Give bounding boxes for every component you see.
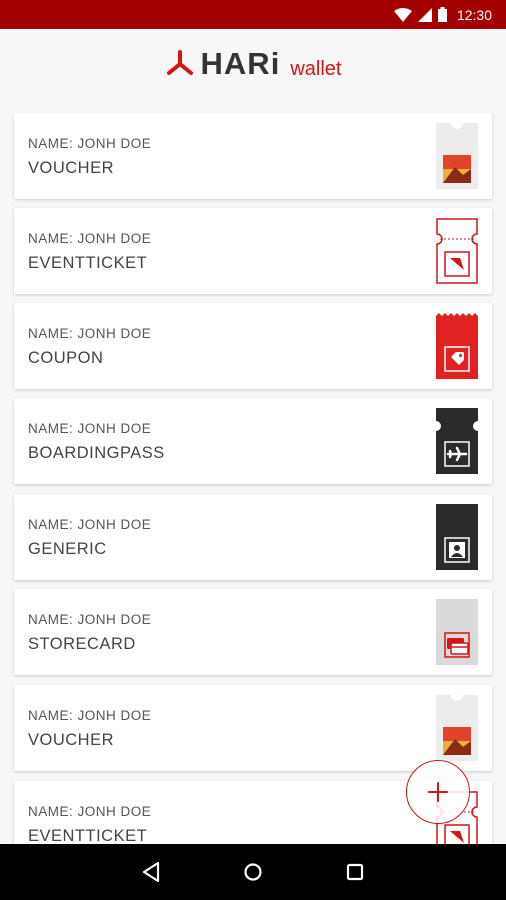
pass-card[interactable]: NAME: JONH DOE BOARDINGPASS [14,398,492,484]
pass-card[interactable]: NAME: JONH DOE GENERIC [14,494,492,580]
pass-owner-name: NAME: JONH DOE [28,612,152,627]
status-time: 12:30 [456,6,492,23]
pass-type-label: EVENTTICKET [28,827,148,844]
signal-icon [417,7,432,22]
pass-type-label: EVENTTICKET [28,254,148,272]
back-icon[interactable] [138,858,166,886]
wifi-icon [393,7,412,22]
pass-owner-name: NAME: JONH DOE [28,517,152,532]
pass-owner-name: NAME: JONH DOE [28,708,152,723]
brand-name: HARi [200,46,281,81]
pass-card[interactable]: NAME: JONH DOE COUPON [14,303,492,389]
hari-logo-icon [166,50,193,75]
boarding-pass-icon [436,408,478,474]
pass-card[interactable]: NAME: JONH DOE VOUCHER [14,685,492,771]
pass-card[interactable]: NAME: JONH DOE EVENTTICKET [14,208,492,294]
pass-type-label: VOUCHER [28,731,115,749]
pass-type-label: GENERIC [28,540,107,558]
home-icon[interactable] [239,858,267,886]
pass-card[interactable]: NAME: JONH DOE VOUCHER [14,113,492,199]
app-logo: HARi wallet [165,46,342,82]
recents-icon[interactable] [341,858,369,886]
pass-type-label: COUPON [28,349,104,367]
store-card-icon [436,599,478,665]
pass-owner-name: NAME: JONH DOE [28,804,152,819]
pass-owner-name: NAME: JONH DOE [28,421,152,436]
app-header: HARi wallet [0,29,506,99]
battery-icon [437,7,447,22]
coupon-icon [436,313,478,379]
pass-card[interactable]: NAME: JONH DOE STORECARD [14,589,492,675]
pass-list: NAME: JONH DOE VOUCHER NAME: JONH DOE EV… [0,113,506,844]
pass-type-label: BOARDINGPASS [28,444,165,462]
event-ticket-icon [436,218,478,284]
brand-subtitle: wallet [290,57,342,80]
voucher-icon [436,695,478,761]
navigation-bar [0,844,506,900]
voucher-icon [436,123,478,189]
add-icon [428,782,448,802]
pass-owner-name: NAME: JONH DOE [28,136,152,151]
pass-owner-name: NAME: JONH DOE [28,231,152,246]
add-pass-button[interactable] [406,760,470,824]
generic-icon [436,504,478,570]
pass-type-label: VOUCHER [28,159,115,177]
pass-owner-name: NAME: JONH DOE [28,326,152,341]
pass-type-label: STORECARD [28,635,136,653]
status-bar: 12:30 [0,0,506,29]
